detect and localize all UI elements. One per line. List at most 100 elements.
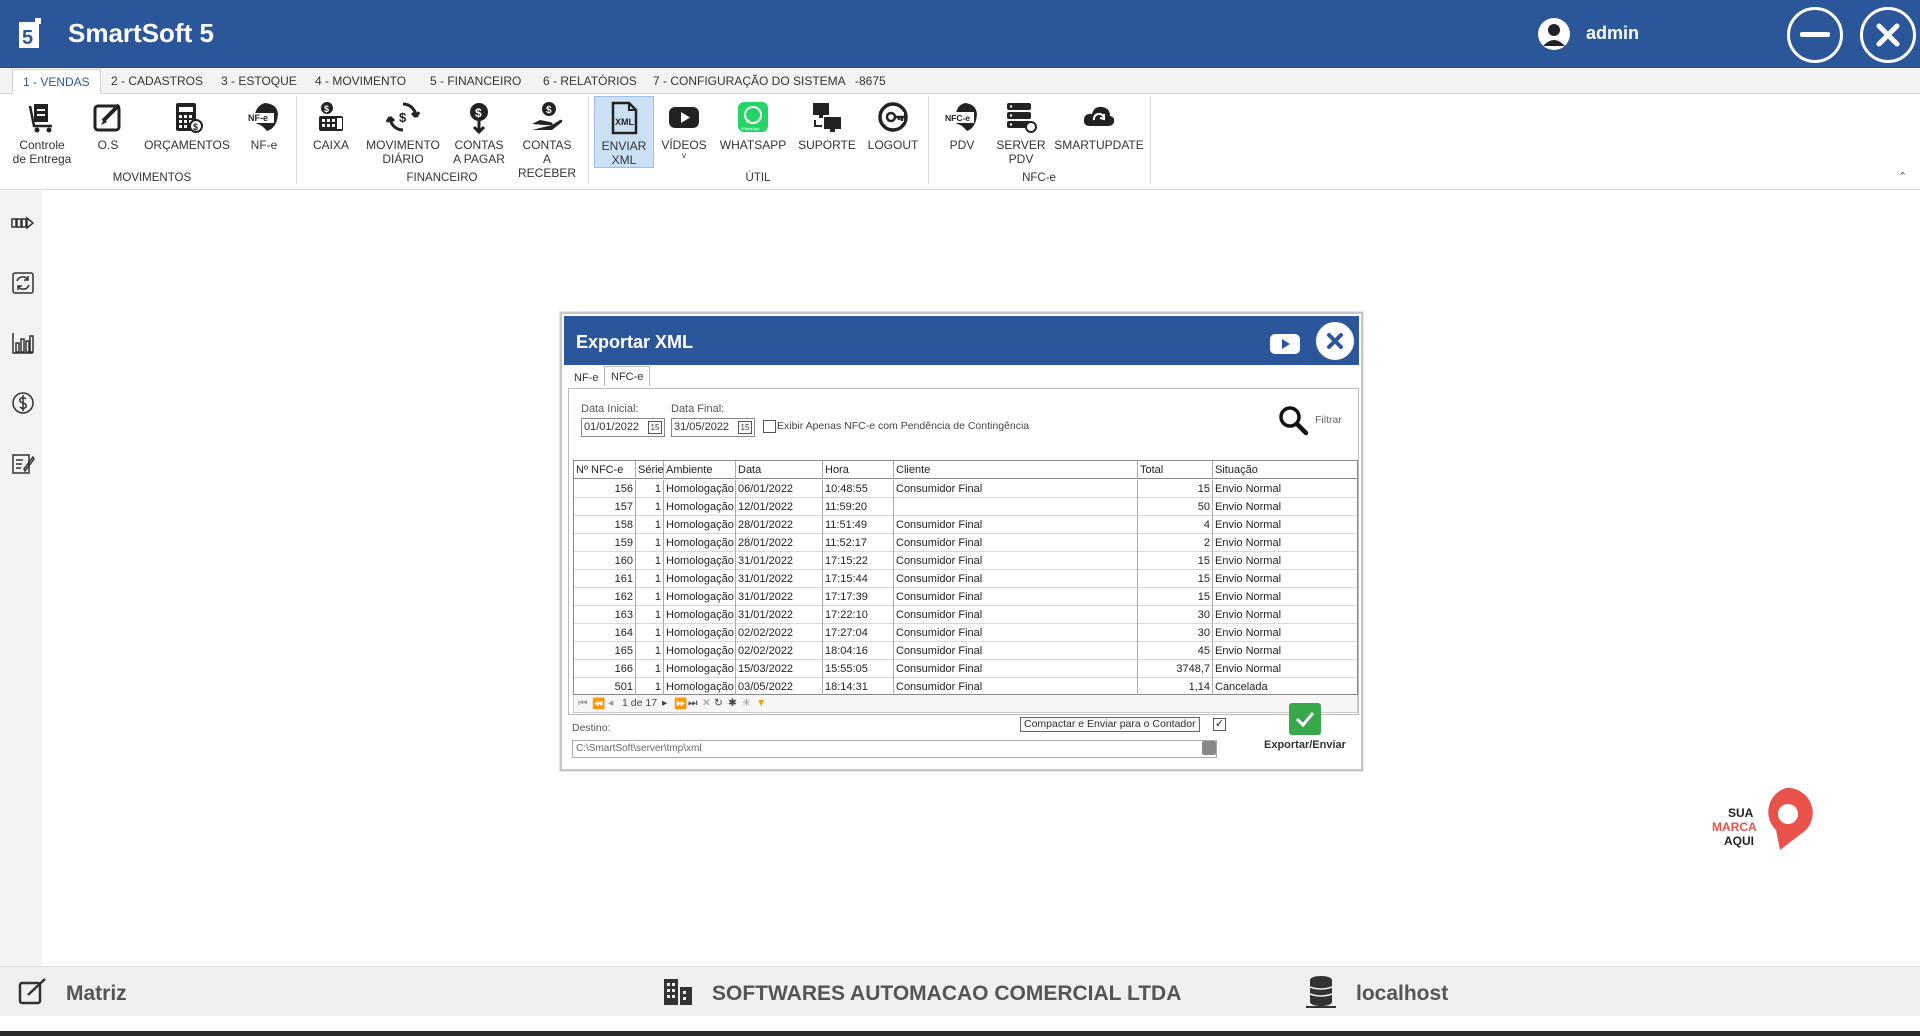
col-serie[interactable]: Série xyxy=(636,461,664,479)
cell-data: 02/02/2022 xyxy=(736,642,823,660)
collapse-ribbon-icon[interactable]: ⌃ xyxy=(1898,170,1907,183)
os-button[interactable]: O.S xyxy=(84,96,132,152)
table-row[interactable]: 164 1 Homologação 02/02/2022 17:27:04 Consumi… xyxy=(574,624,1357,642)
data-inicial-label: Data Inicial: xyxy=(581,403,639,415)
col-numero[interactable]: Nº NFC-e xyxy=(574,461,636,479)
logout-button[interactable]: LOGOUT xyxy=(864,96,922,152)
cell-cliente: Consumidor Final xyxy=(894,606,1138,624)
dialog-close-button[interactable] xyxy=(1316,322,1354,360)
close-app-button[interactable] xyxy=(1860,7,1916,63)
controle-entrega-button[interactable]: Controle de Entrega xyxy=(8,96,76,166)
last-page-icon[interactable]: ⏭ xyxy=(688,697,697,710)
next-page-icon[interactable]: ▸ xyxy=(662,697,667,709)
calendar-icon[interactable]: 15 xyxy=(648,421,662,434)
contas-pagar-button[interactable]: $ CONTAS A PAGAR xyxy=(450,96,508,166)
col-situacao[interactable]: Situação xyxy=(1213,461,1357,479)
cell-data: 31/01/2022 xyxy=(736,552,823,570)
cell-serie: 1 xyxy=(636,624,664,642)
tab-cadastros[interactable]: 2 - CADASTROS xyxy=(101,69,213,94)
next-page-fast-icon[interactable]: ⏩ xyxy=(674,697,687,710)
refresh-icon[interactable]: ↻ xyxy=(714,697,723,709)
exportar-enviar-button[interactable] xyxy=(1289,703,1321,735)
col-hora[interactable]: Hora xyxy=(823,461,894,479)
compactar-label[interactable]: Compactar e Enviar para o Contador xyxy=(1020,717,1200,732)
pdv-button[interactable]: NFC-e PDV xyxy=(934,96,990,152)
suporte-button[interactable]: SUPORTE xyxy=(796,96,858,152)
col-ambiente[interactable]: Ambiente xyxy=(664,461,736,479)
tab-nfce[interactable]: NFC-e xyxy=(604,366,651,386)
cell-total: 4 xyxy=(1138,516,1213,534)
contingencia-checkbox[interactable] xyxy=(763,420,776,433)
cell-total: 15 xyxy=(1138,570,1213,588)
table-row[interactable]: 161 1 Homologação 31/01/2022 17:15:44 Consumi… xyxy=(574,570,1357,588)
destino-field[interactable]: C:\SmartSoft\server\tmp\xml xyxy=(572,740,1217,758)
title-bar: 5 SmartSoft 5 admin xyxy=(0,0,1920,68)
finance-dollar-icon[interactable] xyxy=(11,391,35,415)
prev-page-fast-icon[interactable]: ⏪ xyxy=(592,697,605,710)
cell-situacao: Cancelada xyxy=(1215,681,1268,693)
table-row[interactable]: 159 1 Homologação 28/01/2022 11:52:17 Consumi… xyxy=(574,534,1357,552)
cell-hora: 11:59:20 xyxy=(823,498,894,516)
tab-nfe[interactable]: NF-e xyxy=(568,368,604,388)
table-row[interactable]: 162 1 Homologação 31/01/2022 17:17:39 Consumi… xyxy=(574,588,1357,606)
bottom-edge xyxy=(0,1031,1920,1036)
tab-relatorios[interactable]: 6 - RELATÓRIOS xyxy=(533,69,647,94)
first-page-icon[interactable]: ⏮ xyxy=(578,697,587,710)
caixa-button[interactable]: $ CAIXA xyxy=(304,96,358,152)
nfe-button[interactable]: NF-e NF-e xyxy=(236,96,292,152)
col-data[interactable]: Data xyxy=(736,461,823,479)
cancel-icon[interactable]: ✕ xyxy=(702,697,711,709)
bar-chart-icon[interactable] xyxy=(11,331,35,355)
apply-icon[interactable]: ✱ xyxy=(728,697,737,709)
table-row[interactable]: 166 1 Homologação 15/03/2022 15:55:05 Consumi… xyxy=(574,660,1357,678)
col-cliente[interactable]: Cliente xyxy=(894,461,1138,479)
tab-vendas[interactable]: 1 - VENDAS xyxy=(12,69,101,94)
user-name[interactable]: admin xyxy=(1586,23,1639,44)
tab-estoque[interactable]: 3 - ESTOQUE xyxy=(211,69,307,94)
movimento-diario-button[interactable]: $ MOVIMENTO DIÁRIO xyxy=(364,96,442,166)
server-pdv-button[interactable]: SERVER PDV xyxy=(996,96,1046,166)
compactar-checkbox[interactable]: ✓ xyxy=(1213,718,1226,731)
col-total[interactable]: Total xyxy=(1138,461,1213,479)
cell-total: 15 xyxy=(1138,588,1213,606)
cell-cliente: Consumidor Final xyxy=(894,516,1138,534)
contas-receber-button[interactable]: $ CONTAS A RECEBER xyxy=(514,96,580,180)
cell-situacao: Envio Normal xyxy=(1215,609,1282,621)
dialog-video-icon[interactable] xyxy=(1270,334,1300,354)
nfe-icon: NF-e xyxy=(247,103,278,131)
cell-cliente: Consumidor Final xyxy=(894,570,1138,588)
filial-name: Matriz xyxy=(66,982,127,1005)
svg-text:5: 5 xyxy=(22,27,33,49)
smartupdate-button[interactable]: SMARTUPDATE xyxy=(1052,96,1146,152)
filtrar-button[interactable]: Filtrar xyxy=(1315,414,1342,426)
exportar-enviar-label[interactable]: Exportar/Enviar xyxy=(1264,739,1346,751)
enviar-xml-button[interactable]: XML ENVIAR XML xyxy=(594,96,654,168)
prev-page-icon[interactable]: ◂ xyxy=(608,697,613,709)
table-row[interactable]: 501 1 Homologação 03/05/2022 18:14:31 Consumi… xyxy=(574,678,1357,696)
tab-movimento[interactable]: 4 - MOVIMENTO xyxy=(305,69,416,94)
tab-configuracao[interactable]: 7 - CONFIGURAÇÃO DO SISTEMA xyxy=(643,69,856,94)
table-row[interactable]: 160 1 Homologação 31/01/2022 17:15:22 Consumi… xyxy=(574,552,1357,570)
search-icon[interactable] xyxy=(1277,404,1309,436)
expand-sidebar-icon[interactable] xyxy=(11,211,35,235)
filter-icon[interactable]: ▼ xyxy=(756,697,766,709)
orcamentos-button[interactable]: $ ORÇAMENTOS xyxy=(144,96,230,152)
cell-serie: 1 xyxy=(636,498,664,516)
tab-financeiro[interactable]: 5 - FINANCEIRO xyxy=(420,69,531,94)
data-inicial-field[interactable]: 01/01/2022 15 xyxy=(581,418,665,437)
report-edit-icon[interactable] xyxy=(11,451,35,475)
clear-icon[interactable]: ✳ xyxy=(742,697,751,709)
whatsapp-button[interactable]: WhatsApp WHATSAPP xyxy=(716,96,790,152)
table-row[interactable]: 158 1 Homologação 28/01/2022 11:51:49 Consumi… xyxy=(574,516,1357,534)
table-row[interactable]: 165 1 Homologação 02/02/2022 18:04:16 Consumi… xyxy=(574,642,1357,660)
calendar-icon[interactable]: 15 xyxy=(738,421,752,434)
table-row[interactable]: 156 1 Homologação 06/01/2022 10:48:55 Consumi… xyxy=(574,480,1357,498)
minimize-button[interactable] xyxy=(1787,7,1843,63)
user-avatar-icon[interactable] xyxy=(1538,18,1570,50)
videos-button[interactable]: VÍDEOS ˅ xyxy=(660,96,708,161)
data-final-field[interactable]: 31/05/2022 15 xyxy=(671,418,755,437)
table-row[interactable]: 163 1 Homologação 31/01/2022 17:22:10 Consumi… xyxy=(574,606,1357,624)
sync-icon[interactable] xyxy=(11,271,35,295)
folder-icon[interactable] xyxy=(1202,741,1216,755)
table-row[interactable]: 157 1 Homologação 12/01/2022 11:59:20 50 Envio… xyxy=(574,498,1357,516)
